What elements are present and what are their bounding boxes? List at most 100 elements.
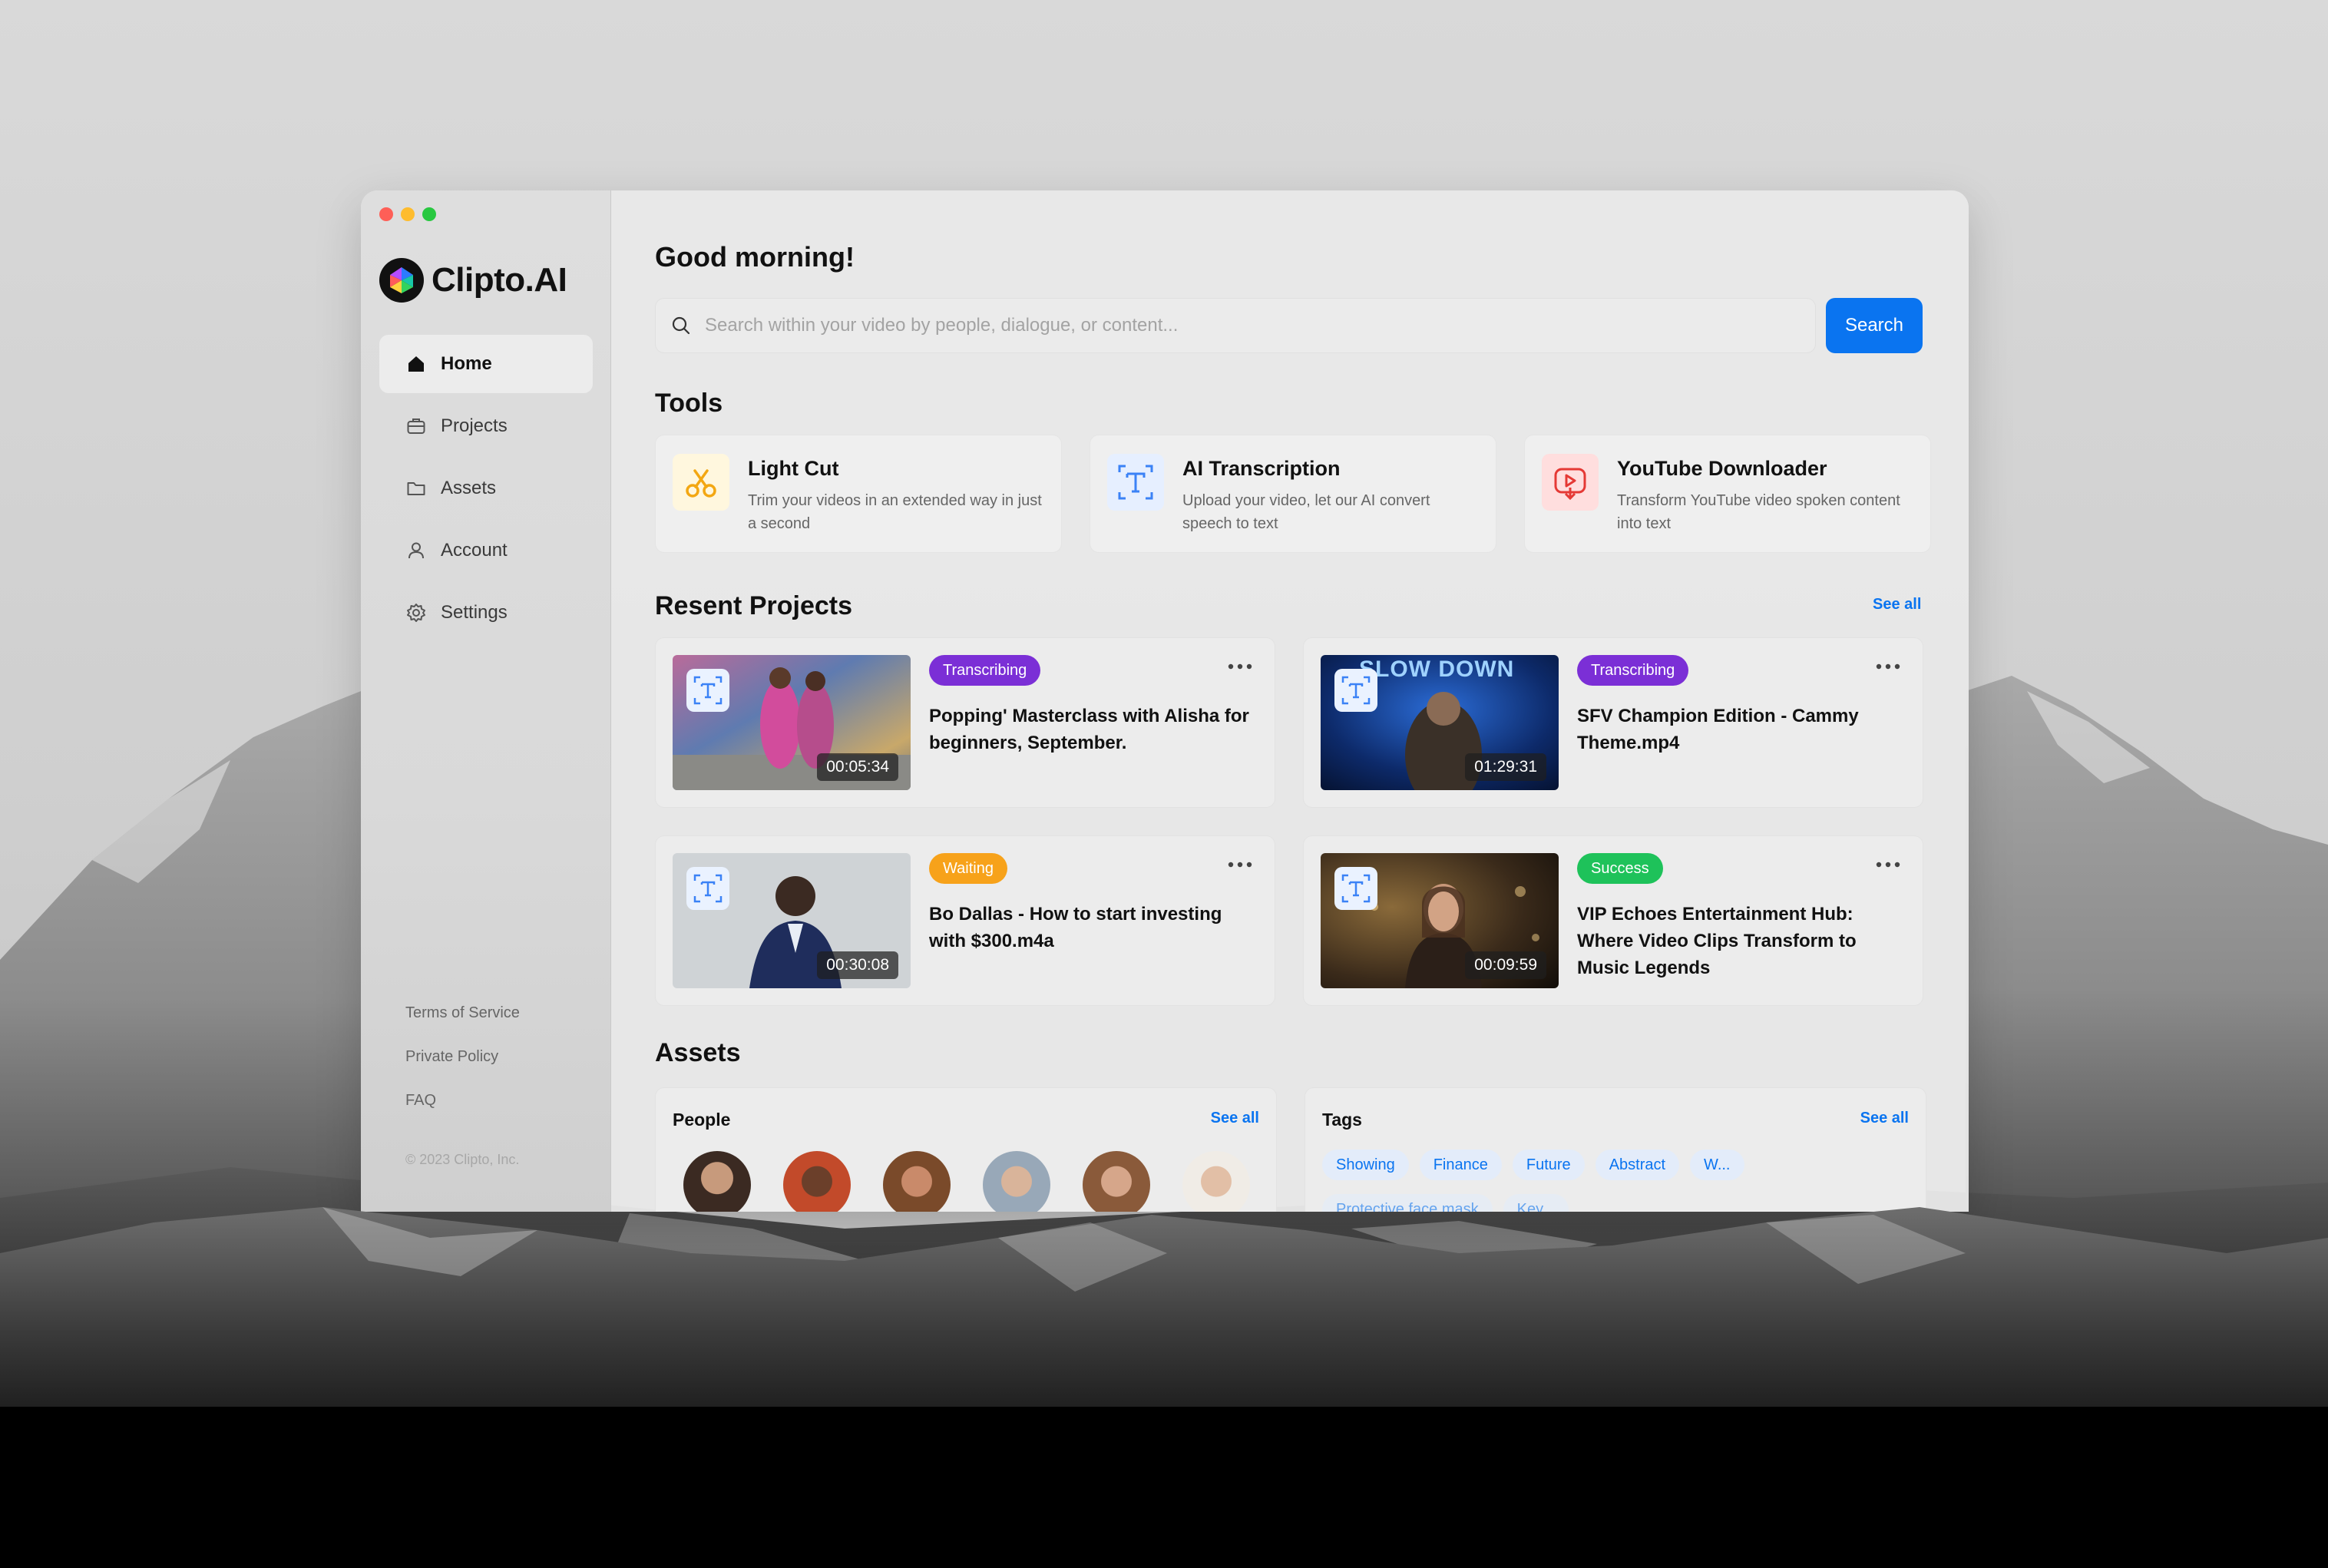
tool-description: Transform YouTube video spoken content i… [1617,492,1900,532]
text-icon [1107,454,1164,511]
project-title: SFV Champion Edition - Cammy Theme.mp4 [1577,706,1859,753]
logo-icon [379,258,424,303]
project-title: Popping' Masterclass with Alisha for beg… [929,706,1249,753]
project-card[interactable]: 00:05:34 Transcribing Popping' Mastercla… [655,637,1275,808]
search-icon [672,316,690,335]
video-thumbnail: 00:30:08 [673,853,911,988]
video-duration: 01:29:31 [1465,753,1546,781]
tag-chip[interactable]: Abstract [1595,1150,1680,1180]
tool-ai-transcription[interactable]: AI Transcription Upload your video, let … [1090,435,1496,553]
privacy-policy-link[interactable]: Private Policy [405,1048,520,1066]
project-title: VIP Echoes Entertainment Hub: Where Vide… [1577,904,1857,978]
search-box [655,298,1816,353]
more-options-icon[interactable] [1875,859,1901,873]
thumbnail-text: SLOW DOWN [1359,657,1515,682]
text-icon [686,867,729,910]
sidebar-item-label: Assets [441,478,497,498]
download-icon [1542,454,1599,511]
tool-title: YouTube Downloader [1617,457,1827,480]
sidebar-item-label: Account [441,540,508,561]
assets-row: People See all Tags See all Showing Fina… [655,1087,1926,1212]
sidebar-item-settings[interactable]: Settings [379,584,593,642]
tag-chip[interactable]: W... [1690,1150,1744,1180]
sidebar-item-home[interactable]: Home [379,335,593,393]
status-badge: Waiting [929,853,1007,884]
video-duration: 00:09:59 [1465,951,1546,979]
tags-list: Showing Finance Future Abstract W... [1322,1150,1744,1180]
project-card[interactable]: 00:30:08 Waiting Bo Dallas - How to star… [655,835,1275,1006]
video-thumbnail: 00:05:34 [673,655,911,790]
status-badge: Transcribing [929,655,1041,686]
tags-title: Tags [1322,1110,1362,1130]
sidebar-item-assets[interactable]: Assets [379,459,593,518]
home-icon [408,356,424,372]
project-title: Bo Dallas - How to start investing with … [929,904,1222,951]
footer-links: Terms of Service Private Policy FAQ [405,1004,520,1136]
tools-list: Light Cut Trim your videos in an extende… [655,435,1931,553]
projects-grid: 00:05:34 Transcribing Popping' Mastercla… [655,637,1923,1006]
avatar[interactable] [783,1151,851,1212]
faq-link[interactable]: FAQ [405,1092,520,1110]
more-options-icon[interactable] [1227,859,1253,873]
sidebar-item-label: Settings [441,602,508,623]
foreground-mountains [0,1207,2328,1568]
main-content: Good morning! Search Tools Light Cut Tri… [610,190,1969,1212]
tags-card: Tags See all Showing Finance Future Abst… [1305,1087,1926,1212]
video-duration: 00:05:34 [817,753,898,781]
see-all-projects-link[interactable]: See all [1873,596,1921,614]
more-options-icon[interactable] [1227,661,1253,675]
project-card[interactable]: SLOW DOWN 01:29:31 Transcribing SFV Cham… [1303,637,1923,808]
copyright: © 2023 Clipto, Inc. [405,1152,520,1167]
tool-light-cut[interactable]: Light Cut Trim your videos in an extende… [655,435,1062,553]
minimize-window-button[interactable] [401,207,415,221]
avatar[interactable] [883,1151,951,1212]
text-icon [686,669,729,712]
tag-chip[interactable]: Future [1512,1150,1585,1180]
scissors-icon [673,454,729,511]
terms-of-service-link[interactable]: Terms of Service [405,1004,520,1022]
tool-title: Light Cut [748,457,839,480]
app-logo[interactable]: Clipto.AI [379,258,567,303]
maximize-window-button[interactable] [422,207,436,221]
avatar[interactable] [1083,1151,1150,1212]
video-duration: 00:30:08 [817,951,898,979]
more-options-icon[interactable] [1875,661,1901,675]
see-all-people-link[interactable]: See all [1211,1110,1259,1127]
text-icon [1334,867,1377,910]
avatar[interactable] [983,1151,1050,1212]
user-icon [408,542,424,559]
sidebar-item-label: Projects [441,415,508,436]
people-avatars [683,1151,1250,1212]
avatar[interactable] [1182,1151,1250,1212]
tool-description: Upload your video, let our AI convert sp… [1182,492,1430,532]
app-name: Clipto.AI [432,261,567,299]
video-thumbnail: SLOW DOWN 01:29:31 [1321,655,1559,790]
sidebar-item-account[interactable]: Account [379,521,593,580]
window-controls [379,207,436,221]
gear-icon [407,604,425,622]
folder-icon [407,482,425,495]
sidebar-item-projects[interactable]: Projects [379,397,593,455]
people-card: People See all [655,1087,1277,1212]
search-button[interactable]: Search [1826,298,1923,353]
sidebar-item-label: Home [441,353,492,374]
close-window-button[interactable] [379,207,393,221]
status-badge: Transcribing [1577,655,1689,686]
avatar[interactable] [683,1151,751,1212]
project-card[interactable]: 00:09:59 Success VIP Echoes Entertainmen… [1303,835,1923,1006]
assets-title: Assets [655,1038,741,1067]
recent-projects-title: Resent Projects [655,591,852,620]
greeting-title: Good morning! [655,241,855,273]
tag-chip[interactable]: Showing [1322,1150,1409,1180]
tool-youtube-downloader[interactable]: YouTube Downloader Transform YouTube vid… [1524,435,1931,553]
tag-chip[interactable]: Finance [1419,1150,1502,1180]
briefcase-icon [407,418,425,434]
see-all-tags-link[interactable]: See all [1860,1110,1909,1127]
text-icon [1334,669,1377,712]
tool-description: Trim your videos in an extended way in j… [748,492,1042,532]
sidebar: Clipto.AI Home Projects Assets Account S… [361,190,611,1212]
tools-title: Tools [655,389,723,418]
sidebar-nav: Home Projects Assets Account Settings [379,335,593,646]
status-badge: Success [1577,853,1663,884]
search-input[interactable] [703,314,1781,337]
